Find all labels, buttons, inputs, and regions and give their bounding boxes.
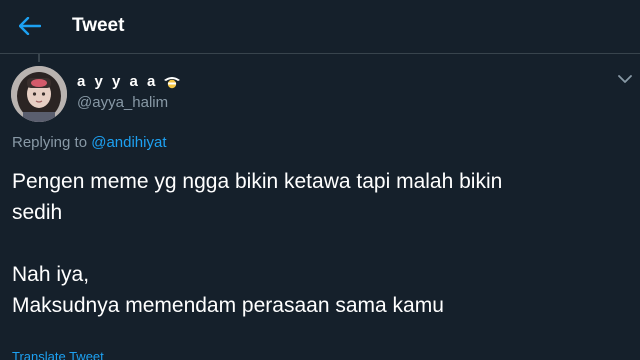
author-display-name[interactable]: a y y a a (77, 73, 182, 90)
translate-tweet-link[interactable]: Translate Tweet (12, 349, 104, 360)
reply-mention-link[interactable]: @andihiyat (91, 134, 166, 151)
arrow-left-icon (19, 17, 41, 35)
thread-connector-line (38, 54, 40, 62)
avatar[interactable] (11, 66, 67, 122)
tweet-line-3: Nah iya, (12, 263, 90, 286)
author-display-name-text: a y y a a (77, 73, 158, 90)
tweet-detail-screen: Tweet a y y a a @ayya_halim Replying to … (0, 0, 640, 360)
tweet-line-4: Maksudnya memendam perasaan sama kamu (12, 294, 444, 317)
tweet-line-1: Pengen meme yg ngga bikin ketawa tapi ma… (12, 170, 503, 193)
page-title: Tweet (72, 15, 125, 36)
tweet-line-2: sedih (12, 201, 63, 224)
chevron-down-icon (618, 75, 632, 83)
more-options-button[interactable] (616, 70, 634, 88)
top-header-bar: Tweet (0, 0, 640, 54)
back-button[interactable] (14, 12, 46, 40)
tweet-body: Pengen meme yg ngga bikin ketawa tapi ma… (12, 166, 622, 321)
emoji-badge-icon (162, 75, 182, 89)
replying-to-label: Replying to (12, 134, 92, 151)
avatar-image (11, 66, 67, 122)
author-handle[interactable]: @ayya_halim (77, 94, 168, 111)
replying-to-line: Replying to @andihiyat (12, 134, 167, 151)
